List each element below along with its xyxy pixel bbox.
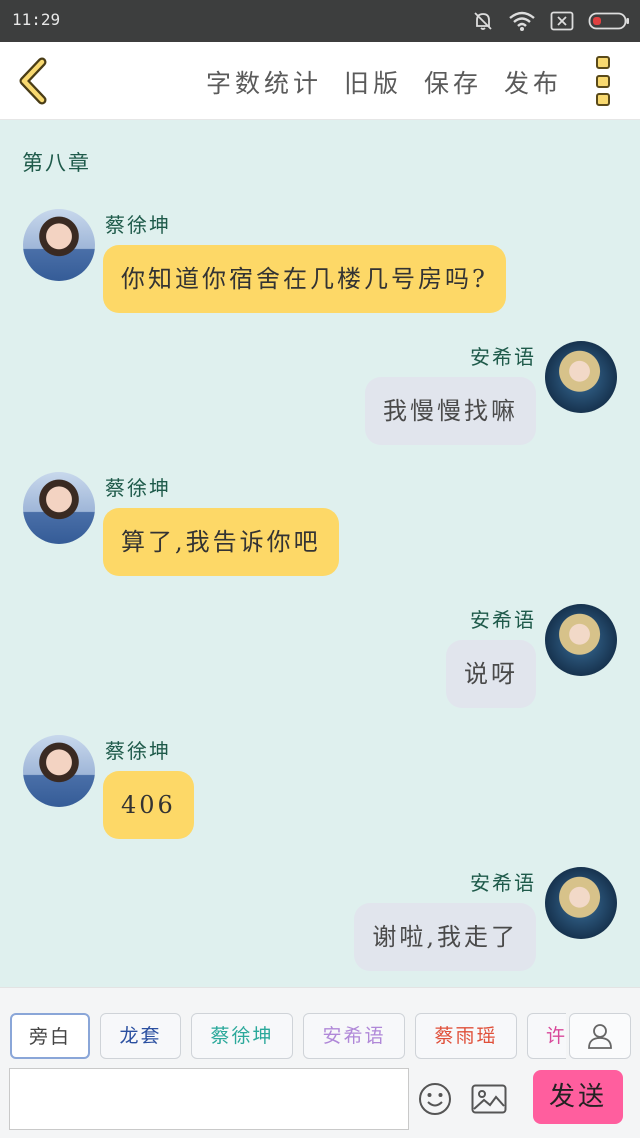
more-dot <box>596 93 610 106</box>
speaker-name: 安希语 <box>470 871 536 895</box>
role-extra[interactable]: 龙套 <box>100 1013 181 1059</box>
chapter-title: 第八章 <box>22 151 91 175</box>
image-icon <box>471 1084 507 1114</box>
speaker-name: 安希语 <box>470 608 536 632</box>
smiley-icon <box>419 1083 451 1115</box>
avatar[interactable] <box>545 604 617 676</box>
bell-off-icon <box>474 12 492 30</box>
top-bar: 字数统计 旧版 保存 发布 <box>0 42 640 120</box>
message-bubble[interactable]: 算了,我告诉你吧 <box>103 508 339 576</box>
user-icon <box>588 1024 612 1049</box>
message-bubble[interactable]: 谢啦,我走了 <box>354 903 536 971</box>
speaker-name: 蔡徐坤 <box>105 213 171 237</box>
speaker-name: 蔡徐坤 <box>105 476 171 500</box>
role-an-xiyu[interactable]: 安希语 <box>303 1013 405 1059</box>
chevron-left-icon <box>19 57 47 105</box>
image-button[interactable] <box>471 1084 507 1114</box>
role-xu[interactable]: 许 <box>527 1013 566 1059</box>
status-time: 11:29 <box>12 10 61 29</box>
speaker-name: 安希语 <box>470 345 536 369</box>
back-button[interactable] <box>14 56 54 106</box>
status-icons <box>472 8 630 34</box>
avatar[interactable] <box>23 209 95 281</box>
message-bubble[interactable]: 我慢慢找嘛 <box>365 377 536 445</box>
more-dot <box>596 74 610 88</box>
role-narrator[interactable]: 旁白 <box>10 1013 90 1059</box>
word-count-button[interactable]: 字数统计 <box>206 64 322 100</box>
avatar[interactable] <box>23 472 95 544</box>
avatar[interactable] <box>545 867 617 939</box>
emoji-button[interactable] <box>418 1082 452 1116</box>
publish-button[interactable]: 发布 <box>504 64 562 100</box>
battery-icon <box>588 12 629 30</box>
message-input[interactable] <box>9 1068 409 1130</box>
role-cai-xukun[interactable]: 蔡徐坤 <box>191 1013 293 1059</box>
speaker-name: 蔡徐坤 <box>105 739 171 763</box>
top-actions: 字数统计 旧版 保存 发布 <box>206 64 562 100</box>
role-selector: 旁白 龙套 蔡徐坤 安希语 蔡雨瑶 许 <box>10 1013 566 1061</box>
old-version-button[interactable]: 旧版 <box>344 64 402 100</box>
role-manage-button[interactable] <box>569 1013 631 1059</box>
save-button[interactable]: 保存 <box>424 64 482 100</box>
wifi-icon <box>509 11 535 31</box>
message-bubble[interactable]: 你知道你宿舍在几楼几号房吗? <box>103 245 506 313</box>
message-bubble[interactable]: 说呀 <box>446 640 536 708</box>
avatar[interactable] <box>545 341 617 413</box>
more-dot <box>596 56 610 69</box>
role-cai-yuyao[interactable]: 蔡雨瑶 <box>415 1013 517 1059</box>
status-bar: 11:29 <box>0 0 640 42</box>
message-bubble[interactable]: 406 <box>103 771 194 839</box>
send-button[interactable]: 发送 <box>533 1070 623 1124</box>
more-vertical-icon[interactable] <box>596 56 614 106</box>
avatar[interactable] <box>23 735 95 807</box>
compose-panel: 旁白 龙套 蔡徐坤 安希语 蔡雨瑶 许 发送 <box>0 987 640 1138</box>
sim-x-icon <box>550 11 574 31</box>
chat-area[interactable]: 第八章 蔡徐坤 你知道你宿舍在几楼几号房吗? 安希语 我慢慢找嘛 蔡徐坤 算了,… <box>0 121 640 987</box>
